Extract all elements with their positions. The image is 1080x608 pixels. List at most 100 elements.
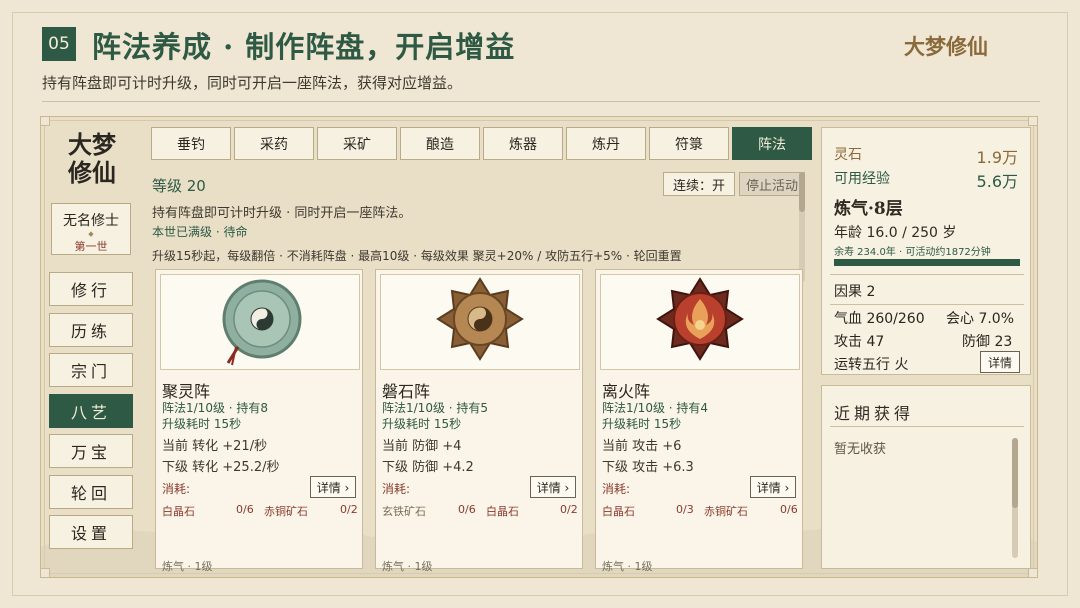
card-cost-label: 消耗: [162,482,191,496]
card-current: 当前 攻击 +6 [602,439,682,454]
sidebar-nav: 修行 历练 宗门 八艺 万宝 轮回 设置 [49,272,133,556]
arts-tabs: 垂钓 采药 采矿 酿造 炼器 炼丹 符箓 阵法 [151,127,815,160]
material-name: 赤铜矿石 [264,505,308,518]
material-qty: 0/2 [560,503,578,516]
card-image [160,274,360,370]
bronze-bagua-icon [436,277,524,361]
stone-label: 灵石 [834,147,862,163]
realm-text: 炼气·8层 [834,199,903,219]
formation-card-juling[interactable]: 聚灵阵 阵法1/10级 · 持有8 升级耗时 15秒 当前 转化 +21/秒 下… [155,269,363,573]
card-image [600,274,800,370]
card-cost-label: 消耗: [602,482,631,496]
stats-panel: 灵石 1.9万 可用经验 5.6万 炼气·8层 年龄 16.0 / 250 岁 … [821,127,1031,375]
nav-item-adventure[interactable]: 历练 [49,312,133,347]
lifespan-text: 余寿 234.0年 · 可活动约1872分钟 [834,247,991,258]
card-time: 升级耗时 15秒 [602,417,682,431]
section-number: 05 [42,27,76,61]
fire-disc-icon [656,277,744,361]
atk-stat: 攻击 47 [834,334,885,350]
def-stat: 防御 23 [962,334,1013,350]
card-footer: 炼气 · 1级 [602,560,653,573]
card-image [380,274,580,370]
recent-title: 近期获得 [834,404,915,423]
game-logo: 大梦 修仙 [61,131,123,187]
card-next: 下级 防御 +4.2 [382,460,474,475]
card-detail-button[interactable]: 详情 › [750,476,796,498]
tab-forging[interactable]: 炼器 [483,127,563,160]
recent-scrollbar[interactable] [1012,438,1018,558]
card-detail-button[interactable]: 详情 › [310,476,356,498]
tab-formation[interactable]: 阵法 [732,127,812,160]
stop-activity-button[interactable]: 停止活动 [739,172,805,196]
player-name: 无名修士 [63,213,119,229]
diamond-icon: ◆ [88,230,94,238]
stone-row: 灵石 1.9万 [834,144,1018,168]
nav-item-arts[interactable]: 八艺 [49,393,133,428]
karma-stat: 因果 2 [834,284,876,300]
main-scrollbar[interactable] [799,172,805,282]
material-name: 白晶石 [162,505,195,518]
material-qty: 0/6 [236,503,254,516]
game-window: 大梦 修仙 无名修士 ◆ 第一世 修行 历练 宗门 八艺 万宝 轮回 设置 垂钓… [40,116,1038,578]
material-name: 玄铁矿石 [382,505,426,518]
material-qty: 0/2 [340,503,358,516]
nav-item-settings[interactable]: 设置 [49,515,133,549]
material-name: 白晶石 [486,505,519,518]
logo-line-1: 大梦 [68,130,116,159]
material-qty: 0/6 [458,503,476,516]
upgrade-rule: 升级15秒起，每级翻倍 · 不消耗阵盘 · 最高10级 · 每级效果 聚灵+20… [152,249,682,263]
player-generation: 第一世 [74,240,108,253]
recent-empty: 暂无收获 [834,442,887,457]
card-time: 升级耗时 15秒 [382,417,462,431]
corner-ornament [1028,117,1037,126]
recent-panel: 近期获得 暂无收获 [821,385,1031,569]
card-next: 下级 攻击 +6.3 [602,460,694,475]
nav-item-reincarnate[interactable]: 轮回 [49,474,133,509]
card-footer: 炼气 · 1级 [382,560,433,573]
material-qty: 0/3 [676,503,694,516]
corner-ornament [41,568,50,577]
card-detail-button[interactable]: 详情 › [530,476,576,498]
stats-detail-button[interactable]: 详情 [980,351,1020,373]
tab-talisman[interactable]: 符箓 [649,127,729,160]
tab-herbs[interactable]: 采药 [234,127,314,160]
player-card[interactable]: 无名修士 ◆ 第一世 [51,203,131,255]
lifespan-bar [834,259,1020,266]
page-subtitle: 持有阵盘即可计时升级，同时可开启一座阵法，获得对应增益。 [42,74,463,92]
jade-disc-icon [222,279,302,366]
corner-ornament [1028,568,1037,577]
divider [830,304,1024,305]
formation-card-lihuo[interactable]: 离火阵 阵法1/10级 · 持有4 升级耗时 15秒 当前 攻击 +6 下级 攻… [595,269,803,573]
card-footer: 炼气 · 1级 [162,560,213,573]
header-divider [42,101,1040,102]
card-next: 下级 转化 +25.2/秒 [162,460,280,475]
tab-fishing[interactable]: 垂钓 [151,127,231,160]
nav-item-cultivate[interactable]: 修行 [49,272,133,306]
logo-line-2: 修仙 [68,158,116,187]
formation-desc: 持有阵盘即可计时升级 · 同时开启一座阵法。 [152,206,412,221]
exp-row: 可用经验 5.6万 [834,168,1018,192]
card-current: 当前 转化 +21/秒 [162,439,268,454]
tab-alchemy[interactable]: 炼丹 [566,127,646,160]
brand-title: 大梦修仙 [904,34,988,59]
divider [830,274,1024,275]
formation-card-panshi[interactable]: 磐石阵 阵法1/10级 · 持有5 升级耗时 15秒 当前 防御 +4 下级 防… [375,269,583,573]
card-time: 升级耗时 15秒 [162,417,242,431]
card-cost-label: 消耗: [382,482,411,496]
card-level: 阵法1/10级 · 持有8 [162,401,269,415]
nav-item-sect[interactable]: 宗门 [49,353,133,387]
nav-item-treasure[interactable]: 万宝 [49,434,133,468]
card-level: 阵法1/10级 · 持有4 [602,401,709,415]
element-stat: 运转五行 火 [834,357,909,373]
material-name: 赤铜矿石 [704,505,748,518]
max-status: 本世已满级 · 待命 [152,225,248,239]
tab-mining[interactable]: 采矿 [317,127,397,160]
continuous-toggle[interactable]: 连续：开 [663,172,735,196]
card-level: 阵法1/10级 · 持有5 [382,401,489,415]
age-text: 年龄 16.0 / 250 岁 [834,225,957,241]
exp-label: 可用经验 [834,171,890,187]
tab-brewing[interactable]: 酿造 [400,127,480,160]
divider [830,426,1024,427]
hp-stat: 气血 260/260 [834,311,925,327]
page-title: 阵法养成 · 制作阵盘，开启增益 [92,30,516,64]
